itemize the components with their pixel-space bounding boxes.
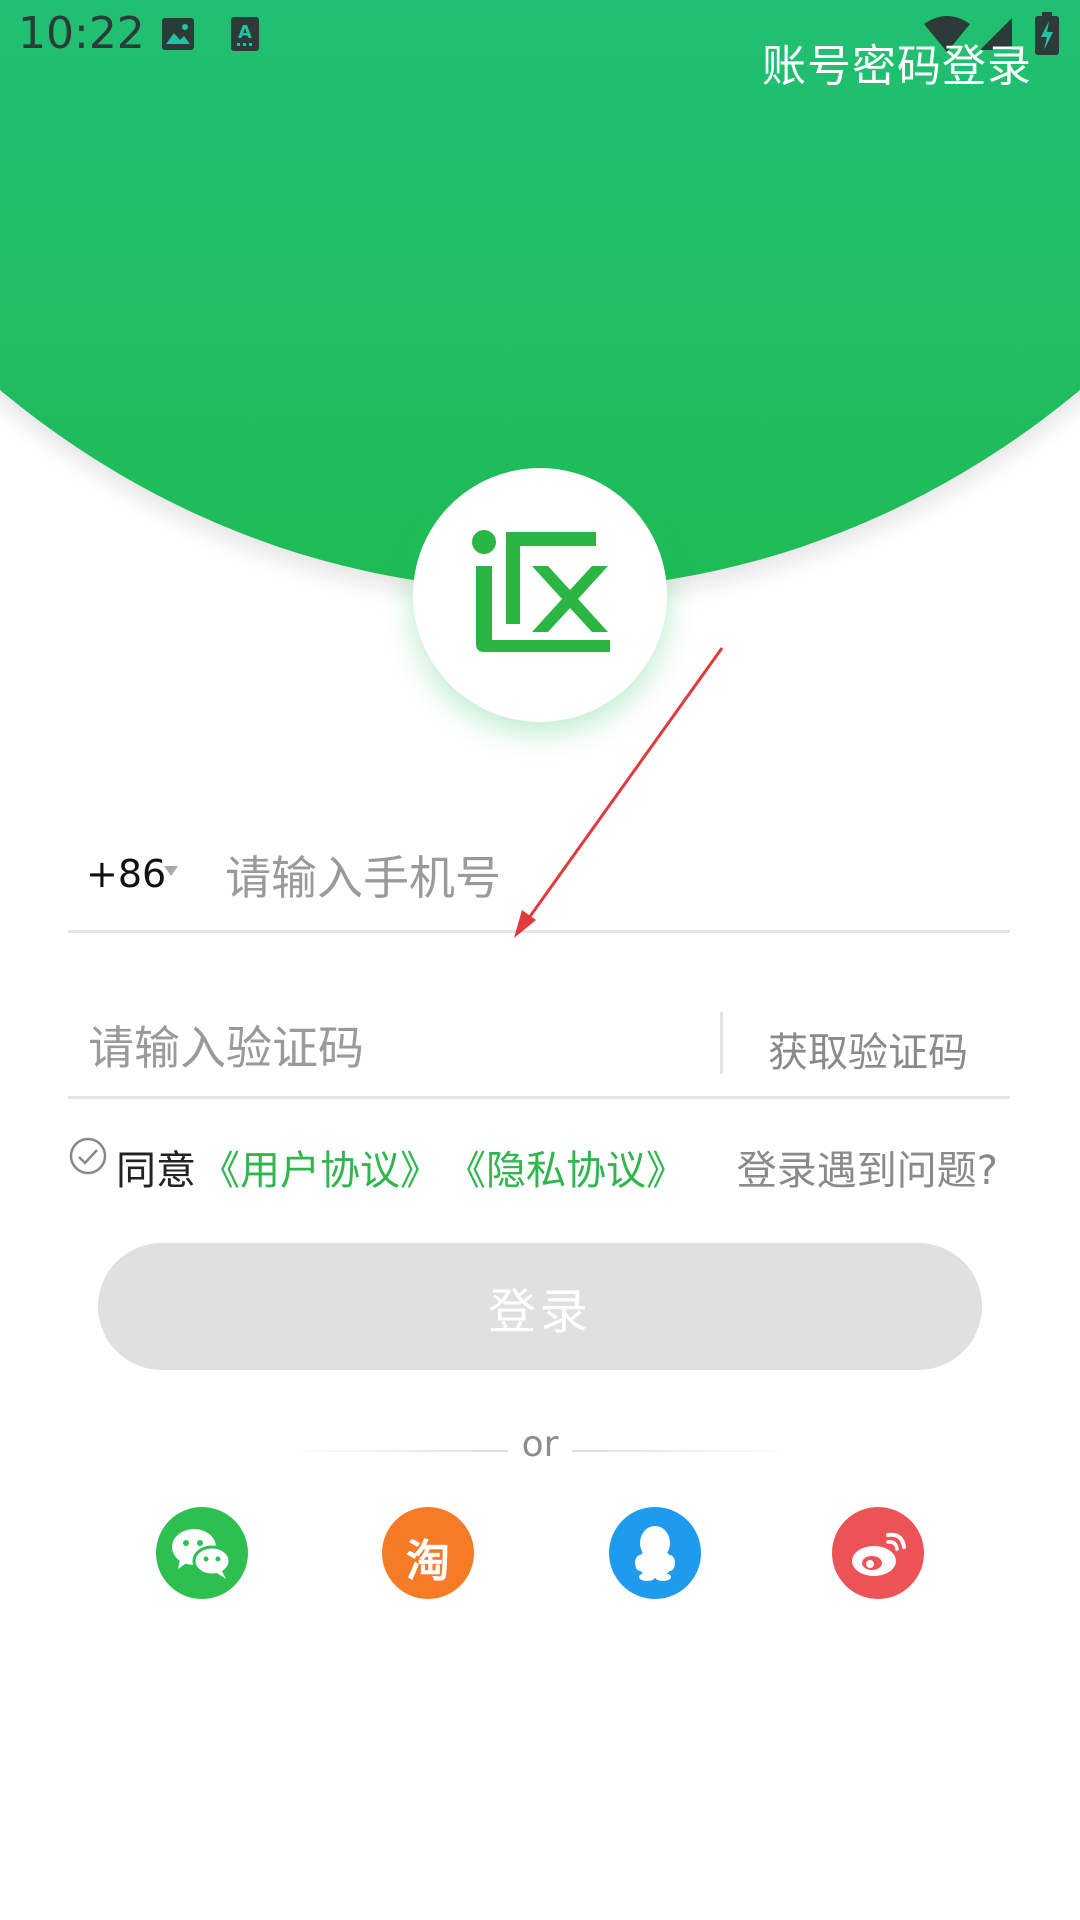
battery-charging-icon xyxy=(1034,12,1060,60)
qq-login-button[interactable] xyxy=(609,1507,701,1599)
agree-checkbox[interactable] xyxy=(68,1136,108,1180)
taobao-icon: 淘 xyxy=(406,1536,450,1587)
taobao-login-button[interactable]: 淘 xyxy=(382,1507,474,1599)
dropdown-caret-icon[interactable] xyxy=(164,866,178,876)
font-notification-icon: A xyxy=(230,16,260,56)
login-screen: 10:22 A 账号密码登录 +86 请输入手机号 请输入验证码 获取验证码 同… xyxy=(0,0,1080,1920)
user-agreement-link[interactable]: 《用户协议》 xyxy=(200,1138,440,1196)
status-time: 10:22 xyxy=(18,8,145,59)
phone-number-row: +86 xyxy=(68,830,1010,933)
login-help-link[interactable]: 登录遇到问题? xyxy=(737,1138,998,1196)
agree-label: 同意 xyxy=(116,1148,196,1194)
divider-line-right xyxy=(572,1450,790,1452)
verification-code-row: 获取验证码 xyxy=(68,1000,1010,1099)
app-logo xyxy=(413,468,667,722)
image-notification-icon xyxy=(160,16,196,56)
verification-code-input[interactable] xyxy=(86,1012,690,1084)
check-circle-icon xyxy=(69,1137,107,1175)
fan-logo-icon xyxy=(472,530,610,652)
account-password-login-link[interactable]: 账号密码登录 xyxy=(762,30,1032,94)
privacy-agreement-link[interactable]: 《隐私协议》 xyxy=(446,1138,686,1196)
agreement-row: 同意 《用户协议》 《隐私协议》 登录遇到问题? xyxy=(68,1130,1010,1194)
or-divider-text: or xyxy=(521,1424,559,1465)
wechat-icon xyxy=(172,1529,232,1579)
phone-number-input[interactable] xyxy=(223,842,987,914)
weibo-icon xyxy=(852,1532,906,1576)
code-divider xyxy=(720,1012,723,1074)
login-button[interactable]: 登录 xyxy=(98,1243,982,1370)
get-verification-code-button[interactable]: 获取验证码 xyxy=(768,1020,968,1078)
weibo-login-button[interactable] xyxy=(832,1507,924,1599)
country-code-selector[interactable]: +86 xyxy=(86,852,166,896)
qq-icon xyxy=(635,1526,675,1581)
divider-line-left xyxy=(290,1450,508,1452)
svg-text:A: A xyxy=(238,22,252,43)
wechat-login-button[interactable] xyxy=(156,1507,248,1599)
